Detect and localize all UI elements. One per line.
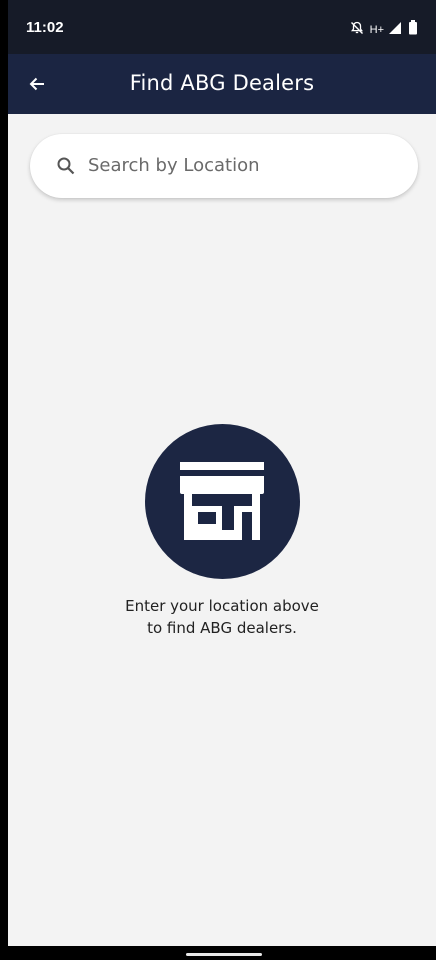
page-title: Find ABG Dealers xyxy=(129,71,315,95)
empty-state: Enter your location above to find ABG de… xyxy=(8,424,436,639)
empty-state-line-1: Enter your location above xyxy=(125,597,319,615)
battery-icon xyxy=(408,20,418,39)
app-screen: 11:02 H+ Find ABG Dealers Search by Loca… xyxy=(8,0,436,960)
network-type-label: H+ xyxy=(369,23,384,36)
notifications-off-icon xyxy=(350,20,364,39)
system-nav-bar xyxy=(8,946,436,960)
empty-state-line-2: to find ABG dealers. xyxy=(147,619,297,637)
status-time: 11:02 xyxy=(26,19,64,36)
status-icons: H+ xyxy=(350,20,418,39)
empty-state-message: Enter your location above to find ABG de… xyxy=(8,595,436,639)
search-icon xyxy=(56,156,76,176)
store-icon xyxy=(180,461,264,540)
store-icon-badge xyxy=(144,424,300,579)
home-indicator[interactable] xyxy=(186,953,262,956)
search-placeholder: Search by Location xyxy=(88,155,260,176)
status-bar: 11:02 H+ xyxy=(8,0,436,54)
app-bar: Find ABG Dealers xyxy=(8,54,436,114)
signal-icon xyxy=(388,20,402,39)
search-input[interactable]: Search by Location xyxy=(30,134,418,198)
